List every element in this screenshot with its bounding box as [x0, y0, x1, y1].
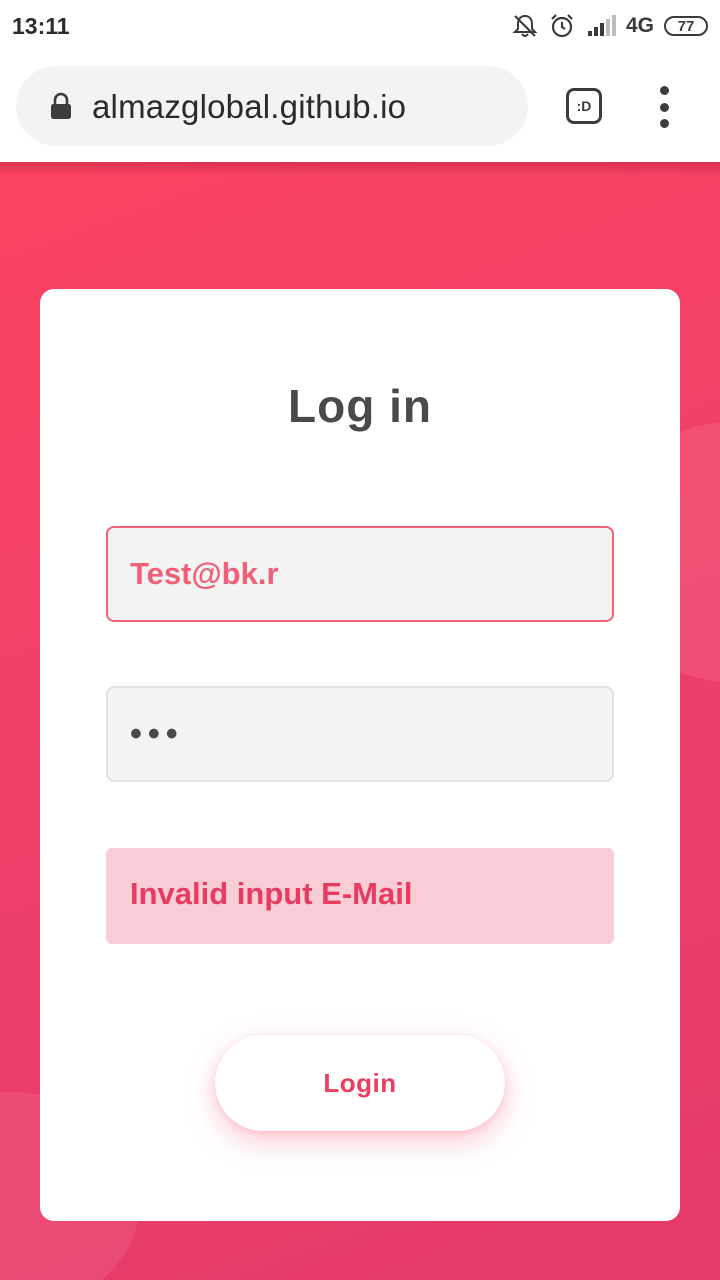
- address-bar[interactable]: almazglobal.github.io: [16, 66, 528, 146]
- error-message: Invalid input E-Mail: [130, 876, 413, 911]
- network-type: 4G: [625, 14, 654, 37]
- signal-icon: [586, 15, 616, 37]
- extension-button[interactable]: :D: [566, 88, 602, 124]
- lock-icon: [50, 92, 72, 125]
- login-button[interactable]: Login: [215, 1035, 505, 1131]
- error-message-box: Invalid input E-Mail: [106, 848, 614, 944]
- page-background: Log in Invalid input E-Mail Login: [0, 162, 720, 1280]
- status-bar: 13:11 4G 77: [0, 0, 720, 52]
- battery-indicator: 77: [664, 16, 708, 36]
- alarm-icon: [548, 12, 576, 40]
- login-card: Log in Invalid input E-Mail Login: [40, 289, 680, 1221]
- page-title: Log in: [288, 380, 432, 432]
- url-text: almazglobal.github.io: [92, 88, 407, 125]
- menu-dots-icon[interactable]: [650, 86, 678, 128]
- password-field[interactable]: [106, 686, 614, 782]
- browser-toolbar: almazglobal.github.io :D: [0, 52, 720, 162]
- bell-off-icon: [512, 13, 538, 39]
- email-field[interactable]: [106, 526, 614, 622]
- status-time: 13:11: [12, 13, 70, 39]
- status-icons: 4G 77: [512, 10, 708, 42]
